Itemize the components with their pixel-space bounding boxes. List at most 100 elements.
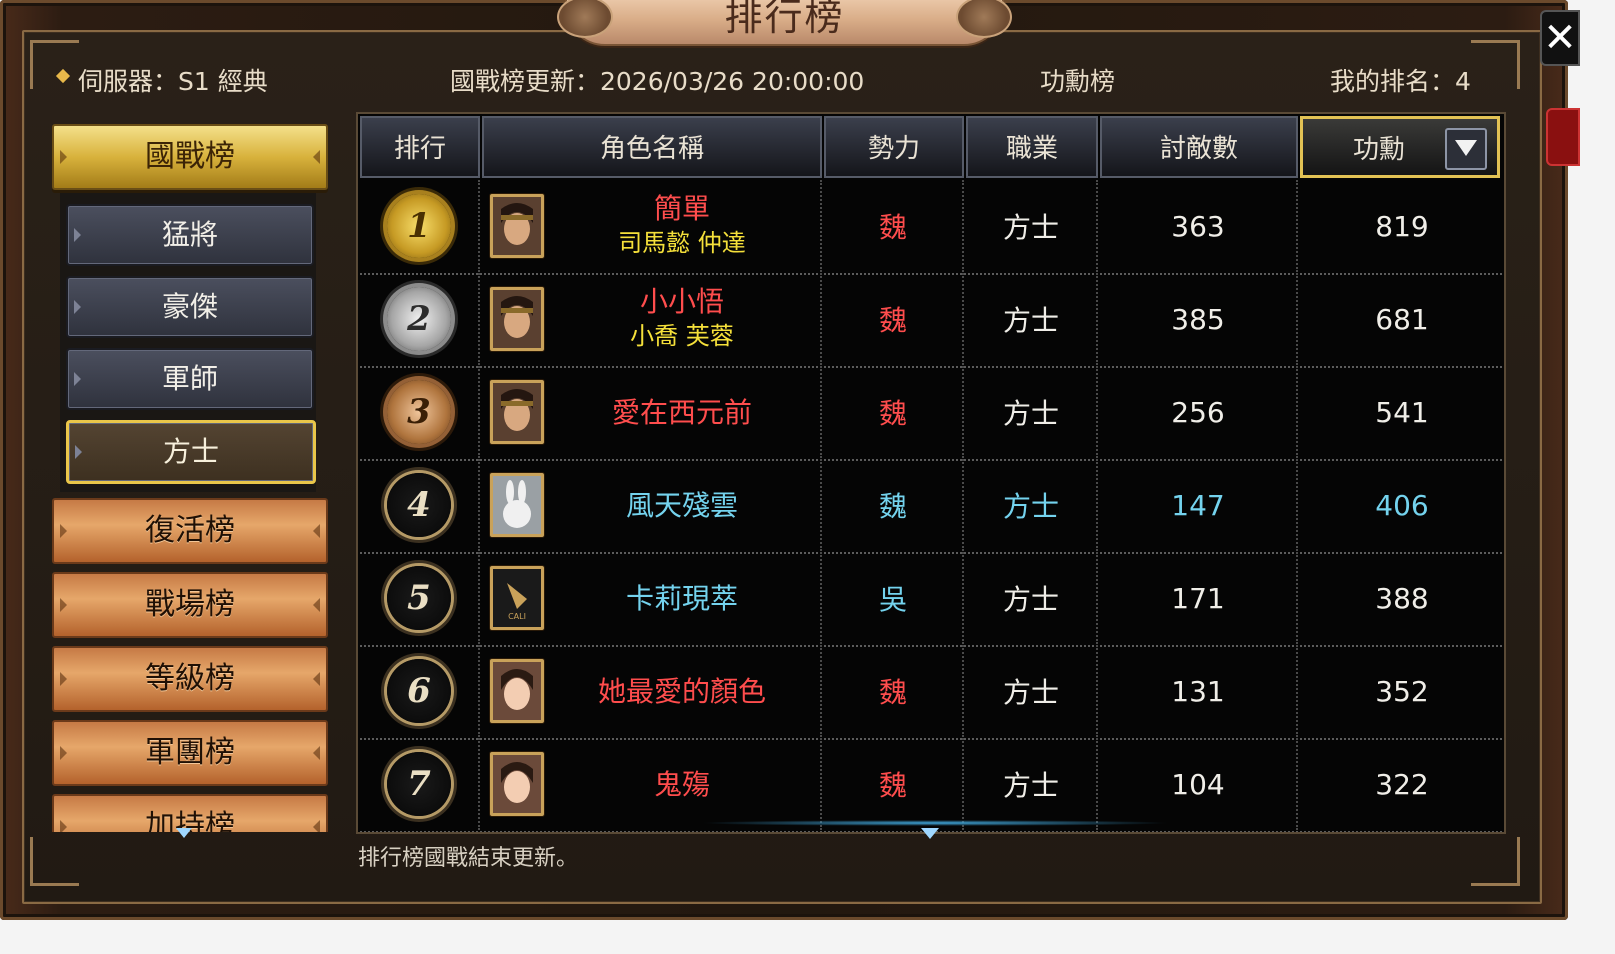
kills-cell: 131 [1100, 645, 1298, 737]
submenu-strategist-button[interactable]: 軍師 [66, 348, 314, 410]
submenu-taoist-button[interactable]: 方士 [66, 420, 316, 484]
name-text-block: 卡莉現萃 [544, 552, 820, 644]
table-row[interactable]: 2 小小悟 小喬 芙蓉魏方士 385 681 [360, 273, 1502, 368]
lady-portrait-icon[interactable] [490, 659, 544, 723]
name-text-block: 簡單 司馬懿 仲達 [544, 180, 820, 272]
category-menu: 國戰榜 猛將 豪傑 軍師 方士 復活榜 戰場榜 等級榜 軍團榜 加持榜 [48, 112, 328, 832]
general-name: 司馬懿 仲達 [618, 229, 746, 257]
faction-cell: 魏 [824, 645, 964, 737]
warrior-portrait-icon[interactable] [490, 194, 544, 258]
corner-ornament [1471, 40, 1520, 89]
table-row[interactable]: 1 簡單 司馬懿 仲達魏方士 363 819 [360, 180, 1502, 275]
general-name: 小喬 芙蓉 [630, 322, 734, 350]
corner-ornament [30, 40, 79, 89]
title-plate: 排行榜 [557, 0, 1012, 46]
kills-cell: 104 [1100, 738, 1298, 830]
kills-cell: 256 [1100, 366, 1298, 458]
menu-revival-button[interactable]: 復活榜 [52, 498, 328, 564]
warrior-portrait-icon[interactable] [490, 287, 544, 351]
sort-dropdown-icon[interactable] [1445, 128, 1487, 170]
submenu-warrior-button[interactable]: 猛將 [66, 204, 314, 266]
rabbit-portrait-icon[interactable] [490, 473, 544, 537]
window-title: 排行榜 [724, 0, 845, 39]
name-cell: 鬼殤 [482, 738, 822, 830]
rank-cell: 2 [360, 273, 480, 365]
player-name[interactable]: 簡單 [654, 191, 710, 226]
table-header: 排行 角色名稱 勢力 職業 討敵數 功勳 [360, 116, 1502, 180]
faction-cell: 魏 [824, 366, 964, 458]
my-rank-label: 我的排名：4 [1330, 67, 1471, 96]
rank-cell: 5 [360, 552, 480, 644]
header-job[interactable]: 職業 [966, 116, 1098, 178]
ranking-table: 排行 角色名稱 勢力 職業 討敵數 功勳 1 簡單 司馬懿 仲達魏方士 363 819 2… [356, 112, 1506, 834]
board-name-label: 功勳榜 [1040, 67, 1116, 96]
menu-level-button[interactable]: 等級榜 [52, 646, 328, 712]
kills-cell: 363 [1100, 180, 1298, 272]
rank-badge-icon: 2 [387, 287, 451, 351]
merit-cell: 322 [1375, 767, 1429, 801]
job-cell: 方士 [966, 273, 1098, 365]
header-faction[interactable]: 勢力 [824, 116, 964, 178]
corner-ornament [1471, 837, 1520, 886]
faction-cell: 吳 [824, 552, 964, 644]
table-row[interactable]: 5 CALI 卡莉現萃 吳方士 171 388 [360, 552, 1502, 647]
warrior-portrait-icon[interactable] [490, 380, 544, 444]
table-row[interactable]: 6 她最愛的顏色 魏方士 131 352 [360, 645, 1502, 740]
submenu-hero-button[interactable]: 豪傑 [66, 276, 314, 338]
job-cell: 方士 [966, 459, 1098, 551]
faction-cell: 魏 [824, 738, 964, 830]
table-row[interactable]: 7 鬼殤 魏方士 104 322 [360, 738, 1502, 832]
header-merit-label: 功勳 [1352, 135, 1405, 165]
ranking-window: 排行榜 ✕ 伺服器：S1 經典 國戰榜更新：2026/03/26 20:00:0… [0, 0, 1580, 920]
rank-badge-icon: 3 [387, 380, 451, 444]
scroll-glow [700, 820, 1170, 826]
header-kills[interactable]: 討敵數 [1100, 116, 1298, 178]
player-name[interactable]: 愛在西元前 [612, 395, 752, 430]
menu-blessing-button[interactable]: 加持榜 [52, 794, 328, 832]
header-rank[interactable]: 排行 [360, 116, 480, 178]
rank-badge-icon: 5 [387, 566, 451, 630]
kills-cell: 147 [1100, 459, 1298, 551]
close-button[interactable]: ✕ [1540, 10, 1580, 66]
kills-cell: 171 [1100, 552, 1298, 644]
update-time-label: 國戰榜更新：2026/03/26 20:00:00 [450, 67, 865, 96]
name-text-block: 小小悟 小喬 芙蓉 [544, 273, 820, 365]
rank-badge-icon: 6 [387, 659, 451, 723]
player-name[interactable]: 風天殘雲 [626, 488, 738, 523]
faction-cell: 魏 [824, 180, 964, 272]
player-name[interactable]: 卡莉現萃 [626, 581, 738, 616]
table-row[interactable]: 3 愛在西元前 魏方士 256 541 [360, 366, 1502, 461]
merit-cell: 352 [1375, 674, 1429, 708]
header-name[interactable]: 角色名稱 [482, 116, 822, 178]
scroll-down-arrow-icon[interactable] [921, 828, 939, 848]
job-cell: 方士 [966, 738, 1098, 830]
rank-cell: 7 [360, 738, 480, 830]
scroll-down-arrow-icon[interactable] [176, 828, 192, 846]
menu-legion-button[interactable]: 軍團榜 [52, 720, 328, 786]
rank-badge-icon: 4 [387, 473, 451, 537]
footer-note: 排行榜國戰結束更新。 [358, 846, 579, 871]
server-label: 伺服器：S1 經典 [78, 67, 268, 96]
name-text-block: 風天殘雲 [544, 459, 820, 551]
side-tab-button[interactable] [1546, 108, 1580, 166]
job-cell: 方士 [966, 366, 1098, 458]
menu-battlefield-button[interactable]: 戰場榜 [52, 572, 328, 638]
player-name[interactable]: 她最愛的顏色 [598, 674, 766, 709]
player-name[interactable]: 鬼殤 [654, 767, 710, 802]
job-cell: 方士 [966, 645, 1098, 737]
job-cell: 方士 [966, 180, 1098, 272]
rank-badge-icon: 1 [387, 194, 451, 258]
emblem-portrait-icon[interactable]: CALI [490, 566, 544, 630]
job-cell: 方士 [966, 552, 1098, 644]
header-merit[interactable]: 功勳 [1300, 116, 1500, 178]
name-text-block: 愛在西元前 [544, 366, 820, 458]
rank-cell: 3 [360, 366, 480, 458]
menu-national-war-button[interactable]: 國戰榜 [52, 124, 328, 190]
player-name[interactable]: 小小悟 [640, 284, 724, 319]
table-row[interactable]: 4 風天殘雲 魏方士 147 406 [360, 459, 1502, 554]
faction-cell: 魏 [824, 273, 964, 365]
lady-portrait-icon[interactable] [490, 752, 544, 816]
merit-cell: 541 [1375, 395, 1429, 429]
faction-cell: 魏 [824, 459, 964, 551]
rank-cell: 6 [360, 645, 480, 737]
